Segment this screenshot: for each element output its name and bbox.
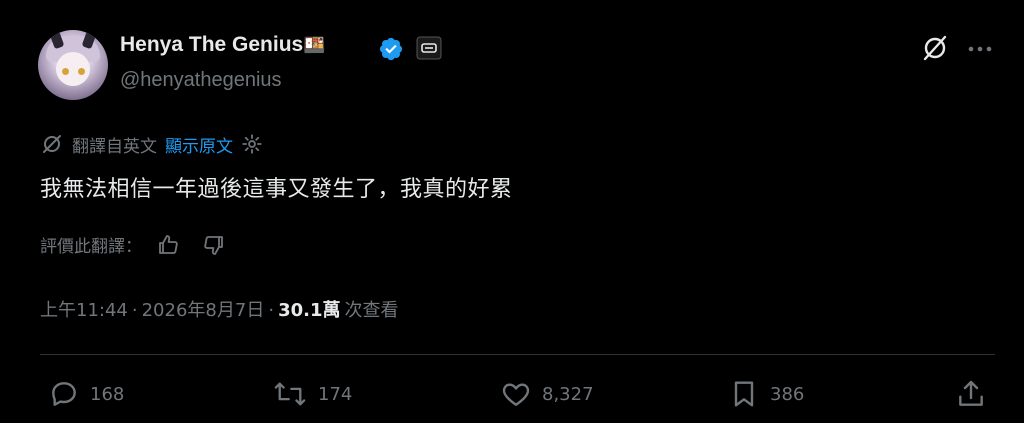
handle[interactable]: @henyathegenius — [120, 69, 282, 92]
show-original-link[interactable]: 顯示原文 — [165, 132, 233, 157]
heart-icon — [502, 383, 530, 406]
tweet-time[interactable]: 上午11:44 — [40, 296, 128, 322]
translation-bar: 翻譯自英文 顯示原文 — [40, 131, 263, 157]
grok-translate-icon — [43, 135, 61, 153]
repost-button[interactable]: 174 — [272, 378, 352, 410]
gear-icon[interactable] — [241, 133, 263, 155]
grok-icon[interactable] — [920, 33, 950, 63]
views-label: 次查看 — [344, 300, 399, 321]
translated-from-label: 翻譯自英文 — [72, 136, 157, 157]
bookmark-button[interactable]: 386 — [728, 378, 804, 410]
reply-button[interactable]: 168 — [48, 378, 124, 410]
verified-badge-icon[interactable] — [378, 36, 404, 62]
name-emoji: 🍱 — [303, 35, 326, 55]
tweet-text: 我無法相信一年過後這事又發生了，我真的好累 — [40, 177, 513, 202]
affiliate-badge-icon[interactable] — [416, 36, 442, 60]
tweet-meta: 上午11:44 · 2026年8月7日 · 30.1萬 次查看 — [40, 296, 398, 322]
display-name[interactable]: Henya The Genius🍱 — [120, 33, 326, 57]
display-name-text: Henya The Genius — [120, 33, 304, 56]
rate-translation-label: 評價此翻譯： — [40, 237, 142, 257]
meta-separator: · — [268, 300, 275, 321]
bookmark-count: 386 — [770, 383, 805, 405]
share-icon — [959, 380, 983, 406]
rate-translation: 評價此翻譯： — [40, 232, 226, 257]
like-button[interactable]: 8,327 — [500, 378, 594, 410]
meta-separator: · — [131, 300, 138, 321]
like-count: 8,327 — [542, 383, 594, 405]
avatar[interactable] — [38, 30, 108, 100]
divider — [40, 354, 995, 355]
reply-count: 168 — [90, 383, 125, 405]
reply-icon — [52, 382, 76, 406]
thumbs-down-icon[interactable] — [202, 233, 226, 257]
tweet-date[interactable]: 2026年8月7日 — [142, 296, 265, 322]
bookmark-icon — [734, 381, 754, 407]
thumbs-up-icon[interactable] — [156, 233, 180, 257]
repost-icon — [274, 382, 306, 406]
share-button[interactable] — [955, 378, 987, 410]
views-count: 30.1萬 — [278, 300, 341, 321]
more-options-icon[interactable] — [966, 35, 994, 63]
repost-count: 174 — [318, 383, 353, 405]
